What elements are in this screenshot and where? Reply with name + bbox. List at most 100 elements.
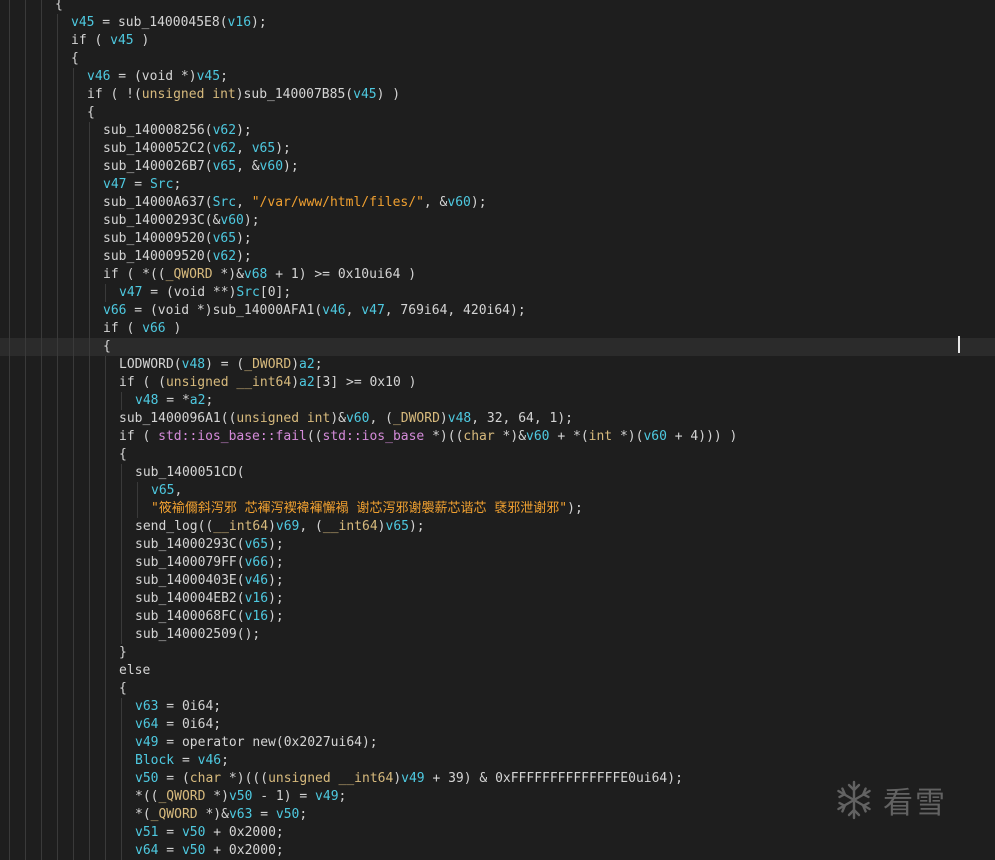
code-token: ) — [291, 375, 300, 390]
code-line[interactable]: sub_1400052C2(v62, v65); — [0, 140, 995, 158]
code-line[interactable]: v45 = sub_1400045E8(v16); — [0, 14, 995, 32]
code-line[interactable]: sub_1400051CD( — [0, 464, 995, 482]
code-token: = (void **) — [142, 285, 237, 300]
code-line[interactable]: sub_14000293C(&v60); — [0, 212, 995, 230]
code-token: = 0i64; — [158, 699, 222, 714]
code-line[interactable]: { — [0, 338, 995, 356]
indent-guide — [41, 734, 42, 752]
code-line[interactable]: sub_1400096A1((unsigned int)&v60, (_DWOR… — [0, 410, 995, 428]
code-line[interactable]: sub_14000A637(Src, "/var/www/html/files/… — [0, 194, 995, 212]
code-line[interactable]: v46 = (void *)v45; — [0, 68, 995, 86]
indent-guide — [9, 0, 10, 14]
code-line[interactable]: LODWORD(v48) = (_DWORD)a2; — [0, 356, 995, 374]
code-token: )& — [330, 411, 346, 426]
indent-guide — [73, 698, 74, 716]
code-line[interactable]: sub_140002509(); — [0, 626, 995, 644]
indent-guide — [9, 608, 10, 626]
code-line[interactable]: sub_14000403E(v46); — [0, 572, 995, 590]
code-line[interactable]: sub_1400079FF(v66); — [0, 554, 995, 572]
code-line[interactable]: Block = v46; — [0, 752, 995, 770]
code-line[interactable]: if ( std::ios_base::fail((std::ios_base … — [0, 428, 995, 446]
indent-guide — [41, 212, 42, 230]
code-line[interactable]: sub_140004EB2(v16); — [0, 590, 995, 608]
indent-guide — [41, 0, 42, 14]
indent-guide — [41, 122, 42, 140]
indent-guide — [89, 482, 90, 500]
code-line[interactable]: v48 = *a2; — [0, 392, 995, 410]
indent-guide — [57, 590, 58, 608]
code-token: v46 — [197, 753, 222, 768]
code-line[interactable]: { — [0, 680, 995, 698]
code-token: ); — [275, 141, 291, 156]
code-line[interactable]: if ( v45 ) — [0, 32, 995, 50]
code-line[interactable]: if ( (unsigned __int64)a2[3] >= 0x10 ) — [0, 374, 995, 392]
code-token: )sub_140007B85( — [235, 87, 354, 102]
indent-guide — [73, 158, 74, 176]
indent-guide — [73, 356, 74, 374]
code-line[interactable]: if ( v66 ) — [0, 320, 995, 338]
indent-guide — [73, 500, 74, 518]
indent-guide — [57, 770, 58, 788]
indent-guide — [41, 392, 42, 410]
code-token: = operator new(0x2027ui64); — [158, 735, 378, 750]
indent-guide — [41, 752, 42, 770]
code-line[interactable]: sub_140009520(v65); — [0, 230, 995, 248]
indent-guide — [25, 302, 26, 320]
code-token: v65 — [244, 537, 269, 552]
code-token: if ( !( — [87, 87, 142, 102]
indent-guide — [57, 662, 58, 680]
indent-guide — [121, 464, 122, 482]
code-line[interactable]: { — [0, 0, 995, 14]
indent-guide — [41, 176, 42, 194]
code-line[interactable]: sub_140008256(v62); — [0, 122, 995, 140]
indent-guide — [121, 518, 122, 536]
code-line[interactable]: v47 = (void **)Src[0]; — [0, 284, 995, 302]
code-line[interactable]: { — [0, 50, 995, 68]
code-token: ); — [236, 249, 252, 264]
code-line[interactable]: if ( !(unsigned int)sub_140007B85(v45) ) — [0, 86, 995, 104]
code-line[interactable]: v66 = (void *)sub_14000AFA1(v46, v47, 76… — [0, 302, 995, 320]
indent-guide — [41, 374, 42, 392]
indent-guide — [25, 824, 26, 842]
indent-guide — [73, 752, 74, 770]
code-line[interactable]: v65, — [0, 482, 995, 500]
indent-guide — [105, 842, 106, 860]
indent-guide — [89, 626, 90, 644]
indent-guide — [89, 194, 90, 212]
code-token: = ( — [158, 771, 190, 786]
code-line[interactable]: sub_140009520(v62); — [0, 248, 995, 266]
code-line[interactable]: sub_1400026B7(v65, &v60); — [0, 158, 995, 176]
code-token: *)& — [197, 807, 229, 822]
indent-guide — [73, 554, 74, 572]
code-line[interactable]: "筱褕儞斜泻邪 芯褌泻褉褘褌懈褟 谢芯泻邪谢褜薪芯谐芯 褎邪泄谢邪"); — [0, 500, 995, 518]
code-line[interactable]: } — [0, 644, 995, 662]
code-line[interactable]: else — [0, 662, 995, 680]
code-line[interactable]: v49 = operator new(0x2027ui64); — [0, 734, 995, 752]
code-line[interactable]: v47 = Src; — [0, 176, 995, 194]
code-lines[interactable]: {v45 = sub_1400045E8(v16); if ( v45 ){v46… — [0, 0, 995, 860]
indent-guide — [9, 734, 10, 752]
indent-guide — [89, 464, 90, 482]
code-token: , 32, 64, 1); — [471, 411, 573, 426]
code-token: *)(( — [424, 429, 464, 444]
indent-guide — [57, 716, 58, 734]
code-line[interactable]: sub_1400068FC(v16); — [0, 608, 995, 626]
code-token: v16 — [244, 609, 269, 624]
indent-guide — [9, 68, 10, 86]
indent-guide — [89, 806, 90, 824]
indent-guide — [105, 770, 106, 788]
code-line[interactable]: if ( *((_QWORD *)&v68 + 1) >= 0x10ui64 ) — [0, 266, 995, 284]
code-line[interactable]: { — [0, 446, 995, 464]
indent-guide — [73, 770, 74, 788]
code-token: = — [126, 177, 150, 192]
code-line[interactable]: v63 = 0i64; — [0, 698, 995, 716]
code-token: v48 — [135, 393, 159, 408]
code-line[interactable]: send_log((__int64)v69, (__int64)v65); — [0, 518, 995, 536]
code-token: Block — [135, 753, 175, 768]
code-line[interactable]: { — [0, 104, 995, 122]
code-line[interactable]: sub_14000293C(v65); — [0, 536, 995, 554]
indent-guide — [41, 14, 42, 32]
code-token: v65 — [151, 483, 175, 498]
code-line[interactable]: v64 = 0i64; — [0, 716, 995, 734]
code-line[interactable]: v64 = v50 + 0x2000; — [0, 842, 995, 860]
